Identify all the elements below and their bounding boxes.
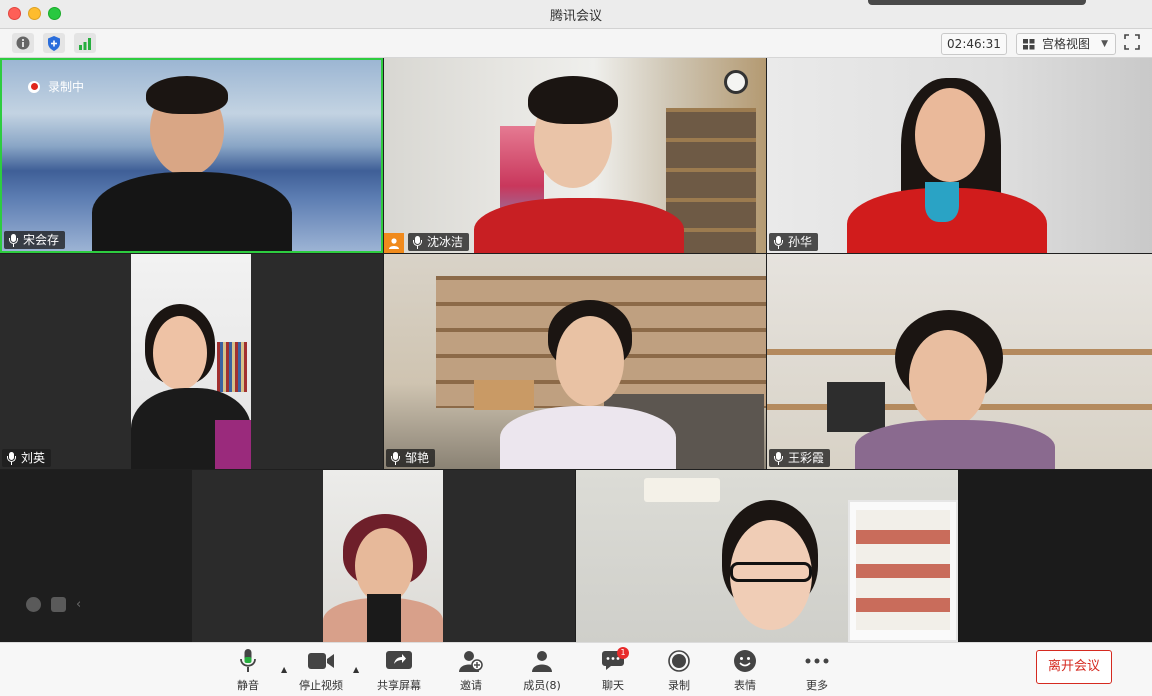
participant-name: 刘英 [21,451,46,465]
more-dots-icon [805,658,829,664]
share-screen-icon [386,651,412,669]
microphone-icon [7,451,16,465]
video-feed [384,58,766,253]
microphone-icon [774,451,783,465]
reactions-label: 表情 [734,679,756,692]
reactions-button[interactable]: 表情 [715,649,775,693]
recording-indicator: 录制中 [28,78,84,95]
share-screen-button[interactable]: 共享屏幕 [369,649,429,693]
video-feed [767,254,1152,469]
smile-icon [734,650,756,672]
record-dot-icon [28,80,40,93]
video-feed [576,470,958,642]
video-feed [767,58,1152,253]
mute-label: 静音 [237,679,259,692]
invite-label: 邀请 [460,679,482,692]
participant-nametag: 孙华 [769,233,819,251]
recording-label: 录制中 [48,80,85,94]
shield-icon[interactable] [43,33,65,53]
video-tile[interactable]: 录制中 宋会存 [0,58,383,253]
microphone-icon [391,451,400,465]
signal-icon[interactable] [74,33,96,53]
participant-nametag: 王彩霞 [769,449,831,467]
video-feed [323,470,443,642]
participant-name: 沈冰洁 [427,235,464,249]
empty-grid-area [0,470,192,642]
video-tile[interactable]: 邹艳 [384,254,766,469]
participant-name: 孙华 [788,235,813,249]
participant-nametag: 沈冰洁 [408,233,470,251]
video-tile[interactable]: 沈冰洁 [384,58,766,253]
chevron-left-icon[interactable]: ‹ [76,597,81,612]
video-tile[interactable]: 孙华 [767,58,1152,253]
meeting-toolbar: 02:46:31 宫格视图 ▼ [0,29,1152,58]
mute-button[interactable]: 静音 [218,649,278,693]
leave-meeting-button[interactable]: 离开会议 [1036,650,1112,684]
video-tile[interactable] [192,470,575,642]
stop-video-button[interactable]: 停止视频 [291,649,351,693]
participant-nametag: 刘英 [2,449,52,467]
bottom-control-bar: 静音 ▲ 停止视频 ▲ 共享屏幕 邀请 成员(8) 1 聊天 录制 表情 更多 [0,642,1152,696]
chat-unread-badge: 1 [617,647,629,659]
participant-name: 邹艳 [405,451,430,465]
video-options-caret[interactable]: ▲ [353,665,359,674]
microphone-icon [413,235,422,249]
grid-view-icon [1023,39,1035,50]
chevron-down-icon: ▼ [1101,39,1108,49]
video-tile[interactable]: 王彩霞 [767,254,1152,469]
floating-controls: ‹ [26,597,81,612]
participant-nametag: 邹艳 [386,449,436,467]
audio-options-caret[interactable]: ▲ [281,665,287,674]
more-label: 更多 [806,679,828,692]
more-button[interactable]: 更多 [787,649,847,693]
title-bar-handle [868,0,1086,5]
share-screen-label: 共享屏幕 [377,679,421,692]
camera-icon [308,653,334,669]
microphone-icon [774,235,783,249]
participant-name: 王彩霞 [788,451,825,465]
microphone-icon [9,233,18,247]
title-bar: 腾讯会议 [0,0,1152,29]
participant-nametag: 宋会存 [4,231,66,249]
chat-label: 聊天 [602,679,624,692]
video-feed [384,254,766,469]
members-button[interactable]: 成员(8) [512,649,572,693]
video-tile[interactable]: 刘英 [0,254,383,469]
view-mode-dropdown[interactable]: 宫格视图 ▼ [1016,33,1116,55]
fullscreen-icon[interactable] [1124,34,1142,52]
record-button[interactable]: 录制 [649,649,709,693]
record-label: 录制 [668,679,690,692]
video-feed [131,254,251,469]
meeting-timer: 02:46:31 [941,33,1007,55]
participant-name: 宋会存 [23,233,60,247]
record-icon [668,650,690,672]
host-badge-icon [384,233,404,253]
info-icon[interactable] [12,33,34,53]
microphone-icon [240,649,256,672]
add-user-icon [459,651,483,672]
window-title: 腾讯会议 [549,9,602,24]
members-icon [532,651,552,672]
emoji-icon[interactable] [26,597,41,612]
video-tile[interactable] [576,470,1152,642]
invite-button[interactable]: 邀请 [441,649,501,693]
chat-bubble-icon[interactable] [51,597,66,612]
chat-button[interactable]: 1 聊天 [583,647,643,693]
view-mode-label: 宫格视图 [1042,37,1091,51]
stop-video-label: 停止视频 [299,679,343,692]
members-label: 成员(8) [523,679,561,692]
